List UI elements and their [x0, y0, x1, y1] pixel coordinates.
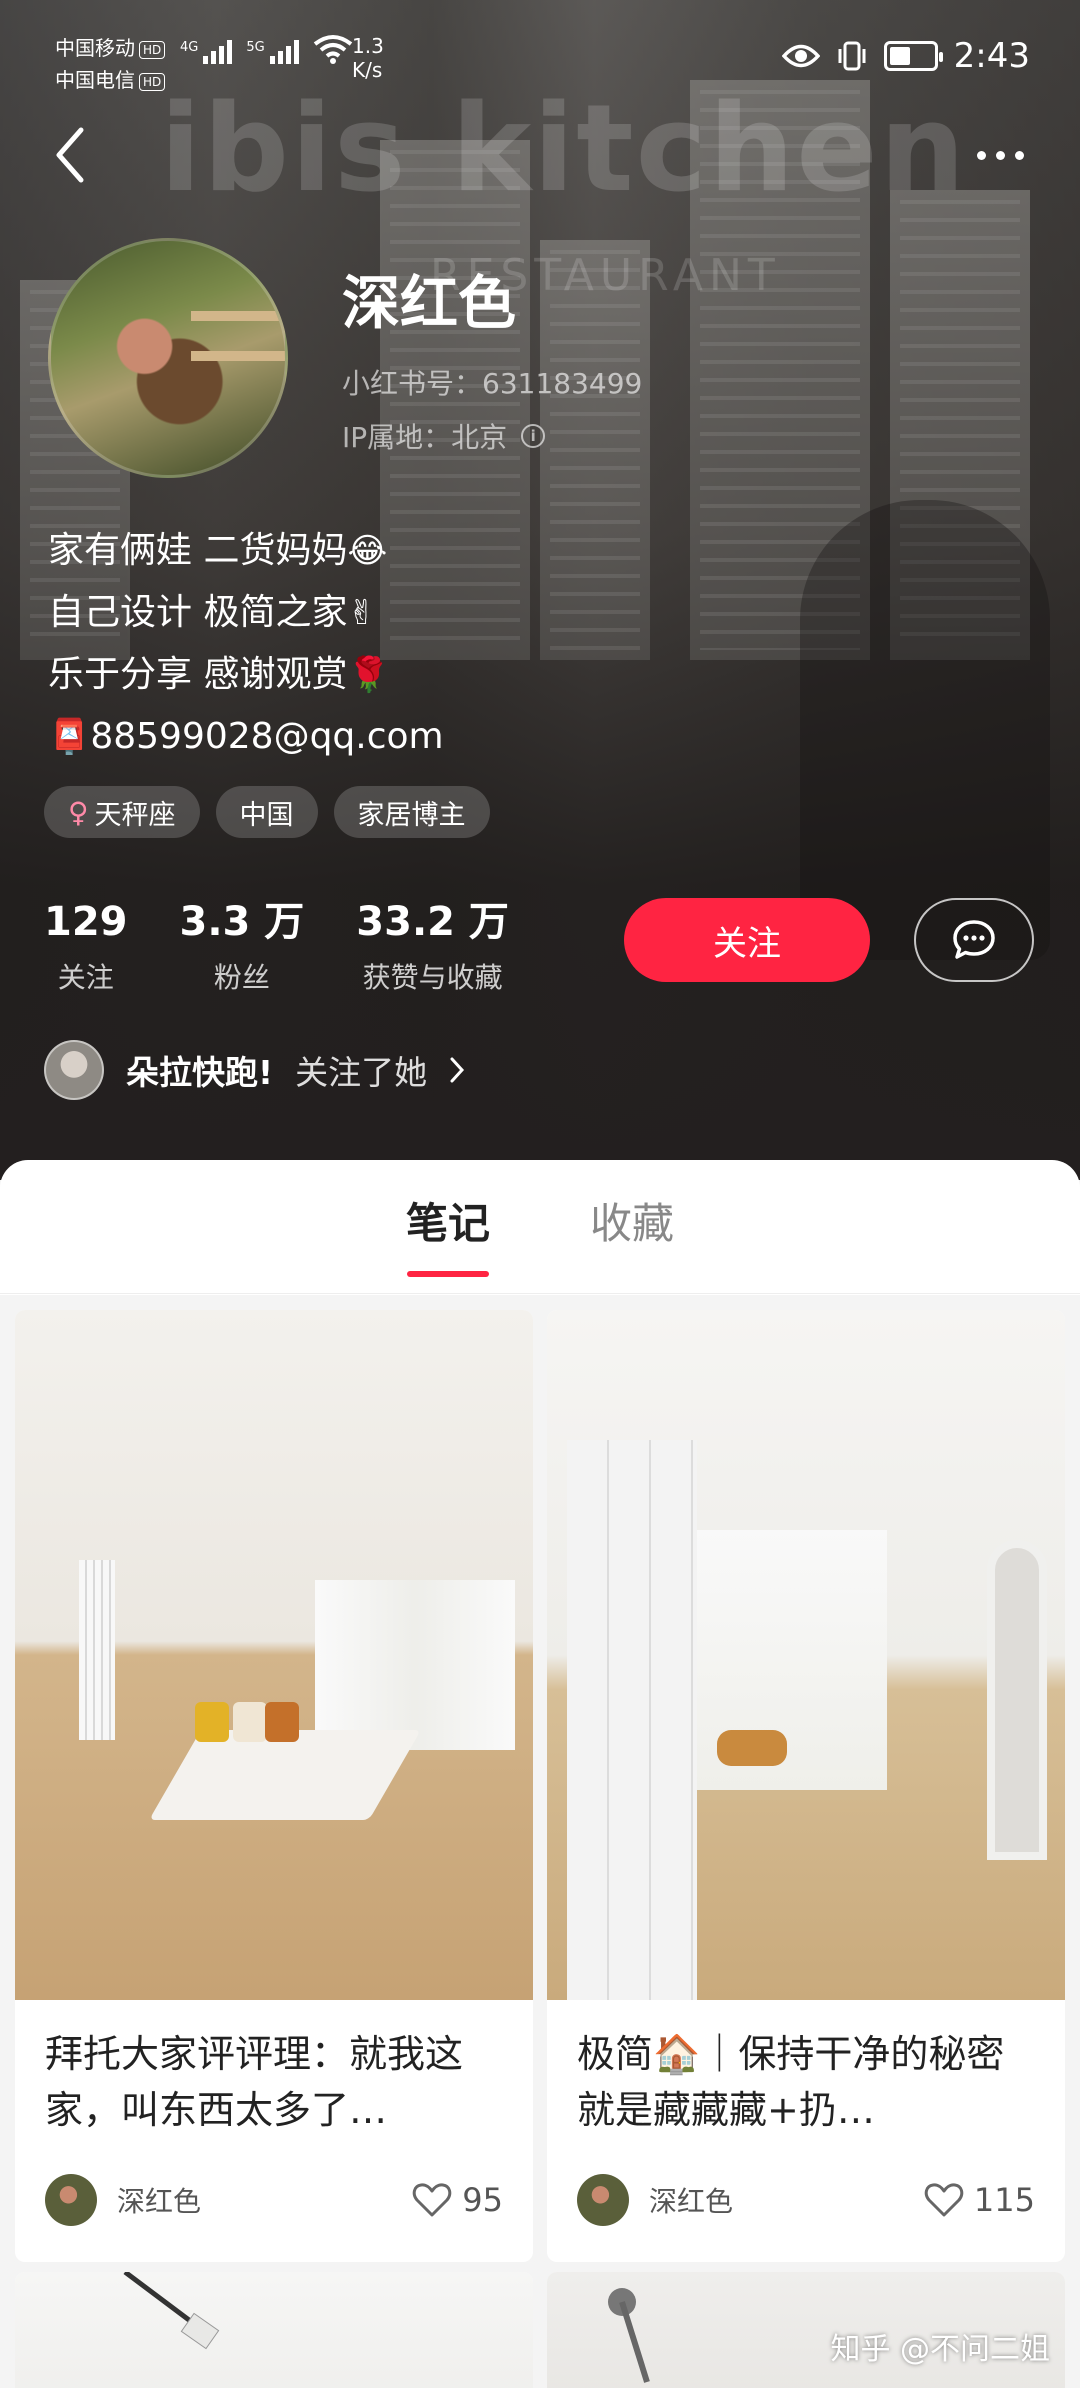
profile-avatar[interactable] — [48, 238, 288, 478]
note-title: 拜托大家评评理：就我这家，叫东西太多了… — [45, 2032, 464, 2132]
heart-icon — [924, 2183, 964, 2217]
profile-tabs: 笔记 收藏 — [0, 1160, 1080, 1294]
note-card[interactable] — [15, 2272, 533, 2388]
dot-icon — [1014, 150, 1024, 160]
carrier-info: 中国移动 HD 中国电信 HD — [55, 32, 166, 96]
clock: 2:43 — [953, 36, 1030, 76]
bio-line: 📮88599028@qq.com — [48, 716, 444, 757]
eye-icon — [781, 44, 820, 68]
status-bar: 中国移动 HD 中国电信 HD 4G 5G 1.3 K/s 2:43 — [0, 0, 1080, 120]
signal-4g-icon: 4G — [180, 40, 233, 64]
signal-5g-icon: 5G — [246, 40, 299, 64]
note-cover-image — [547, 1310, 1065, 2000]
bio-line: 自己设计 极简之家✌ — [48, 592, 376, 633]
profile-ip-location: IP属地：北京 i — [342, 416, 546, 456]
bio-line: 家有俩娃 二货妈妈😂 — [48, 530, 388, 571]
track-light-graphic — [123, 2272, 220, 2350]
tag-location: 中国 — [215, 786, 318, 838]
female-icon: ♀ — [68, 795, 89, 829]
message-button[interactable] — [914, 898, 1034, 982]
author-avatar[interactable] — [45, 2174, 97, 2226]
info-icon[interactable]: i — [521, 424, 546, 448]
note-footer: 深红色 95 — [15, 2168, 533, 2232]
chevron-right-icon — [450, 1057, 465, 1083]
chat-bubble-icon — [953, 920, 995, 959]
note-title: 极简🏠｜保持干净的秘密就是藏藏藏+扔… — [577, 2032, 1005, 2132]
note-cover-image — [15, 1310, 533, 2000]
author-name[interactable]: 深红色 — [649, 2180, 924, 2220]
profile-tags: ♀ 天秤座 中国 家居博主 — [44, 786, 490, 838]
note-card[interactable]: 极简🏠｜保持干净的秘密就是藏藏藏+扔… 深红色 115 — [547, 1310, 1065, 2262]
signal-icons: 4G 5G — [180, 34, 353, 64]
profile-id: 小红书号：631183499 — [342, 367, 643, 400]
profile-bio: 家有俩娃 二货妈妈😂 自己设计 极简之家✌ 乐于分享 感谢观赏🌹 📮885990… — [48, 520, 444, 768]
chevron-left-icon — [56, 127, 84, 183]
like-button[interactable]: 95 — [412, 2181, 503, 2219]
friend-name: 朵拉快跑! — [126, 1053, 274, 1092]
notes-grid: 拜托大家评评理：就我这家，叫东西太多了… 深红色 95 极简🏠｜保持干净的秘密就… — [0, 1295, 1080, 2388]
vibrate-icon — [838, 41, 866, 71]
ip-location-text: IP属地：北京 — [342, 421, 508, 454]
network-speed: 1.3 K/s — [352, 34, 384, 82]
heart-icon — [413, 2183, 452, 2217]
like-count: 95 — [462, 2181, 503, 2219]
author-name[interactable]: 深红色 — [117, 2180, 412, 2220]
note-card[interactable]: 拜托大家评评理：就我这家，叫东西太多了… 深红色 95 — [15, 1310, 533, 2262]
more-options-button[interactable] — [960, 130, 1040, 180]
profile-name: 深红色 — [342, 269, 517, 337]
stat-followers[interactable]: 3.3 万 粉丝 — [180, 898, 305, 996]
tab-collections[interactable]: 收藏 — [590, 1190, 674, 1263]
wifi-icon — [313, 35, 352, 64]
tag-category: 家居博主 — [333, 786, 490, 838]
mutual-follow-info[interactable]: 朵拉快跑! 关注了她 — [44, 1040, 465, 1100]
friend-avatar — [44, 1040, 104, 1100]
bio-line: 乐于分享 感谢观赏🌹 — [48, 654, 390, 695]
stat-likes-collects[interactable]: 33.2 万 获赞与收藏 — [356, 898, 509, 996]
back-button[interactable] — [40, 120, 100, 190]
like-button[interactable]: 115 — [924, 2181, 1035, 2219]
author-avatar[interactable] — [577, 2174, 629, 2226]
battery-icon — [883, 41, 943, 71]
dot-icon — [976, 150, 986, 160]
friend-action: 关注了她 — [295, 1053, 428, 1092]
tab-notes[interactable]: 笔记 — [406, 1190, 490, 1277]
stat-following[interactable]: 129 关注 — [44, 898, 128, 996]
tag-zodiac: ♀ 天秤座 — [44, 786, 200, 838]
note-footer: 深红色 115 — [547, 2168, 1065, 2232]
profile-stats: 129 关注 3.3 万 粉丝 33.2 万 获赞与收藏 — [44, 898, 509, 996]
watermark: 知乎 @不问二姐 — [830, 2332, 1050, 2367]
like-count: 115 — [973, 2181, 1035, 2219]
follow-button[interactable]: 关注 — [624, 898, 870, 982]
dot-icon — [995, 150, 1005, 160]
note-cover-image — [15, 2272, 533, 2388]
content-panel: 笔记 收藏 拜托大家评评理：就我这家，叫东西太多了… 深红色 95 极简🏠｜保持… — [0, 1160, 1080, 2388]
